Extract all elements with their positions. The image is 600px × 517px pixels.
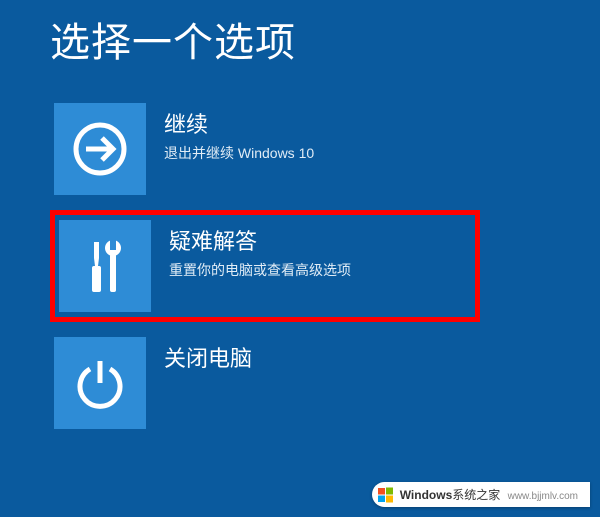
option-title: 继续 [164,107,314,139]
watermark-text: Windows系统之家 www.bjjmlv.com [400,486,578,503]
watermark-brand: Windows [400,488,453,502]
windows-logo-icon [378,487,394,503]
option-text: 继续 退出并继续 Windows 10 [164,103,314,163]
shutdown-tile [54,337,146,429]
option-subtitle: 退出并继续 Windows 10 [164,143,314,163]
option-title: 疑难解答 [169,224,351,256]
watermark-url: www.bjjmlv.com [508,491,578,502]
page-title: 选择一个选项 [50,10,550,68]
continue-tile [54,103,146,195]
tools-icon [80,236,130,296]
option-text: 疑难解答 重置你的电脑或查看高级选项 [169,220,351,280]
option-text: 关闭电脑 [164,337,252,377]
watermark-suffix: 系统之家 [452,488,500,502]
option-list: 继续 退出并继续 Windows 10 [50,98,550,434]
option-shutdown[interactable]: 关闭电脑 [50,332,480,434]
option-continue[interactable]: 继续 退出并继续 Windows 10 [50,98,480,200]
power-icon [74,357,126,409]
option-title: 关闭电脑 [164,341,252,373]
option-subtitle: 重置你的电脑或查看高级选项 [169,260,351,280]
troubleshoot-tile [59,220,151,312]
option-troubleshoot[interactable]: 疑难解答 重置你的电脑或查看高级选项 [50,210,480,322]
arrow-right-icon [72,121,128,177]
watermark: Windows系统之家 www.bjjmlv.com [372,482,590,507]
